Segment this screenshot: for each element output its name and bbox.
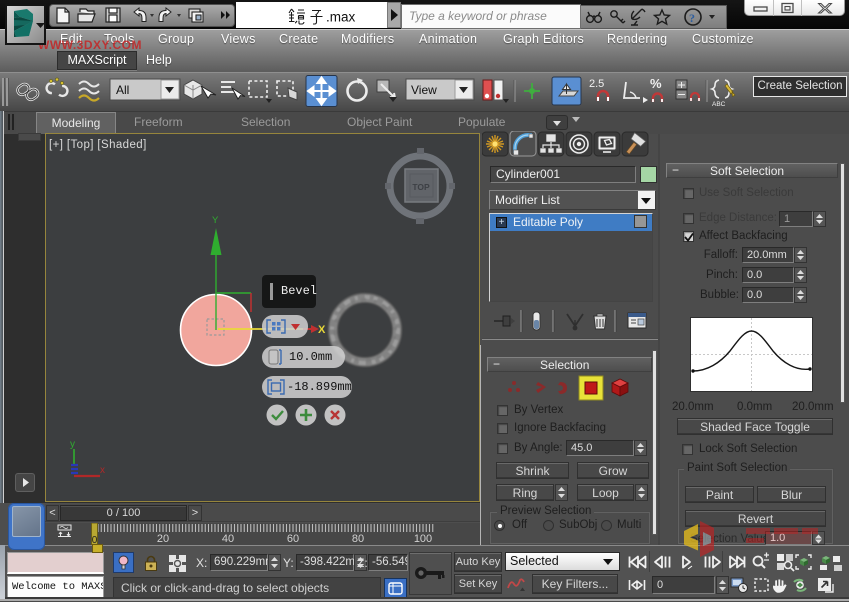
svg-text:View: View xyxy=(411,83,437,97)
svg-text:x: x xyxy=(100,465,105,476)
svg-text:Y: Y xyxy=(212,215,219,226)
svg-text:80: 80 xyxy=(352,533,364,545)
svg-text:ABC: ABC xyxy=(712,101,726,108)
svg-text:20: 20 xyxy=(157,533,169,545)
svg-text:y: y xyxy=(70,439,75,450)
svg-text:100: 100 xyxy=(414,533,432,545)
svg-text:?: ? xyxy=(689,11,695,25)
svg-text:40: 40 xyxy=(222,533,234,545)
svg-text:All: All xyxy=(116,83,129,97)
svg-text:TOP: TOP xyxy=(412,182,430,192)
svg-text:%: % xyxy=(650,76,662,91)
svg-text:.max: .max xyxy=(326,10,356,25)
svg-text:60: 60 xyxy=(287,533,299,545)
svg-text:X: X xyxy=(318,324,326,336)
svg-text:2.5: 2.5 xyxy=(589,78,604,90)
